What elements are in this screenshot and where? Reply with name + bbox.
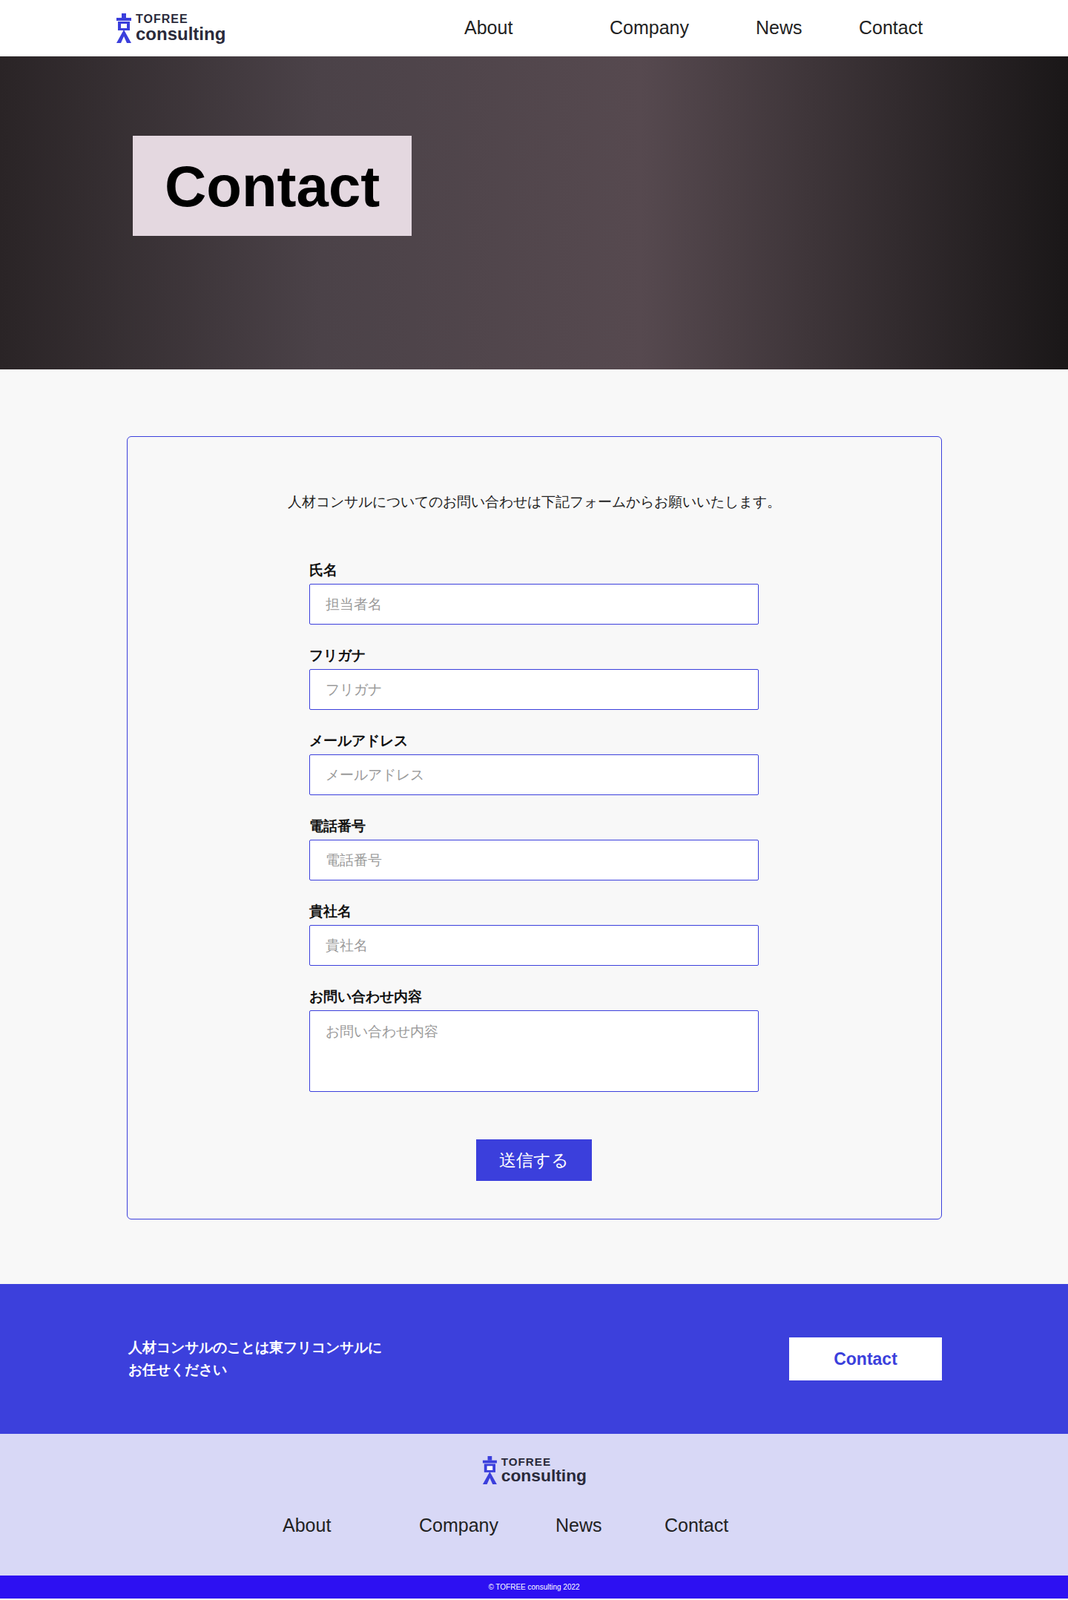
field-label: 電話番号 bbox=[309, 815, 759, 837]
field-label: 氏名 bbox=[309, 559, 759, 581]
field-input[interactable] bbox=[309, 924, 759, 966]
field-label: お問い合わせ内容 bbox=[309, 986, 759, 1008]
logo-top: TOFREE bbox=[501, 1455, 587, 1468]
field-textarea[interactable] bbox=[309, 1010, 759, 1092]
copyright-bar: © TOFREE consulting 2022 bbox=[0, 1575, 1068, 1599]
form-field: フリガナ bbox=[309, 645, 759, 710]
header-nav: AboutCompanyNewsContact bbox=[464, 14, 956, 43]
logo-bottom: consulting bbox=[501, 1467, 587, 1485]
logo-icon bbox=[114, 13, 133, 44]
hero: Contact bbox=[0, 56, 1068, 370]
header: TOFREEconsultingAboutCompanyNewsContact bbox=[0, 0, 1068, 57]
form-field: 電話番号 bbox=[309, 815, 759, 881]
page: TOFREEconsultingAboutCompanyNewsContactC… bbox=[0, 0, 1068, 1600]
form-card: 人材コンサルについてのお問い合わせは下記フォームからお願いいたします。氏名フリガ… bbox=[126, 436, 942, 1220]
field-input[interactable] bbox=[309, 583, 759, 625]
footer-nav-item[interactable]: Company bbox=[419, 1511, 556, 1540]
form-field: メールアドレス bbox=[309, 730, 759, 796]
footer-nav-item[interactable]: Contact bbox=[664, 1511, 761, 1540]
form-intro: 人材コンサルについてのお問い合わせは下記フォームからお願いいたします。 bbox=[287, 491, 781, 513]
form-field: 氏名 bbox=[309, 559, 759, 625]
submit-button[interactable]: 送信する bbox=[476, 1139, 592, 1181]
field-label: 貴社名 bbox=[309, 901, 759, 922]
nav-item[interactable]: Company bbox=[609, 14, 756, 43]
hero-title-box: Contact bbox=[132, 135, 412, 236]
cta-band: 人材コンサルのことは東フリコンサルにお任せください Contact bbox=[0, 1283, 1068, 1434]
logo[interactable]: TOFREEconsulting bbox=[481, 1455, 587, 1485]
logo[interactable]: TOFREEconsulting bbox=[114, 13, 465, 44]
copyright: © TOFREE consulting 2022 bbox=[488, 1581, 580, 1593]
contact-form: 氏名フリガナメールアドレス電話番号貴社名お問い合わせ内容送信する bbox=[309, 559, 759, 1181]
form-field: 貴社名 bbox=[309, 901, 759, 966]
logo-icon bbox=[481, 1455, 499, 1485]
field-input[interactable] bbox=[309, 668, 759, 710]
cta-line: お任せください bbox=[128, 1358, 382, 1381]
nav-item[interactable]: Contact bbox=[858, 14, 956, 43]
field-label: フリガナ bbox=[309, 645, 759, 667]
footer: TOFREEconsulting AboutCompanyNewsContact bbox=[0, 1433, 1068, 1576]
footer-nav-item[interactable]: News bbox=[555, 1511, 665, 1540]
form-field: お問い合わせ内容 bbox=[309, 986, 759, 1092]
cta-line: 人材コンサルのことは東フリコンサルに bbox=[128, 1336, 382, 1359]
cta-text: 人材コンサルのことは東フリコンサルにお任せください bbox=[128, 1336, 382, 1381]
footer-nav-item[interactable]: About bbox=[282, 1511, 420, 1540]
field-label: メールアドレス bbox=[309, 730, 759, 752]
field-input[interactable] bbox=[309, 839, 759, 881]
footer-nav: AboutCompanyNewsContact bbox=[0, 1511, 1068, 1540]
logo-bottom: consulting bbox=[135, 25, 226, 44]
nav-item[interactable]: About bbox=[464, 14, 610, 43]
hero-title: Contact bbox=[164, 157, 380, 216]
main: 人材コンサルについてのお問い合わせは下記フォームからお願いいたします。氏名フリガ… bbox=[0, 369, 1068, 1284]
field-input[interactable] bbox=[309, 754, 759, 796]
cta-button[interactable]: Contact bbox=[789, 1337, 942, 1381]
logo-top: TOFREE bbox=[135, 13, 226, 26]
nav-item[interactable]: News bbox=[755, 14, 859, 43]
